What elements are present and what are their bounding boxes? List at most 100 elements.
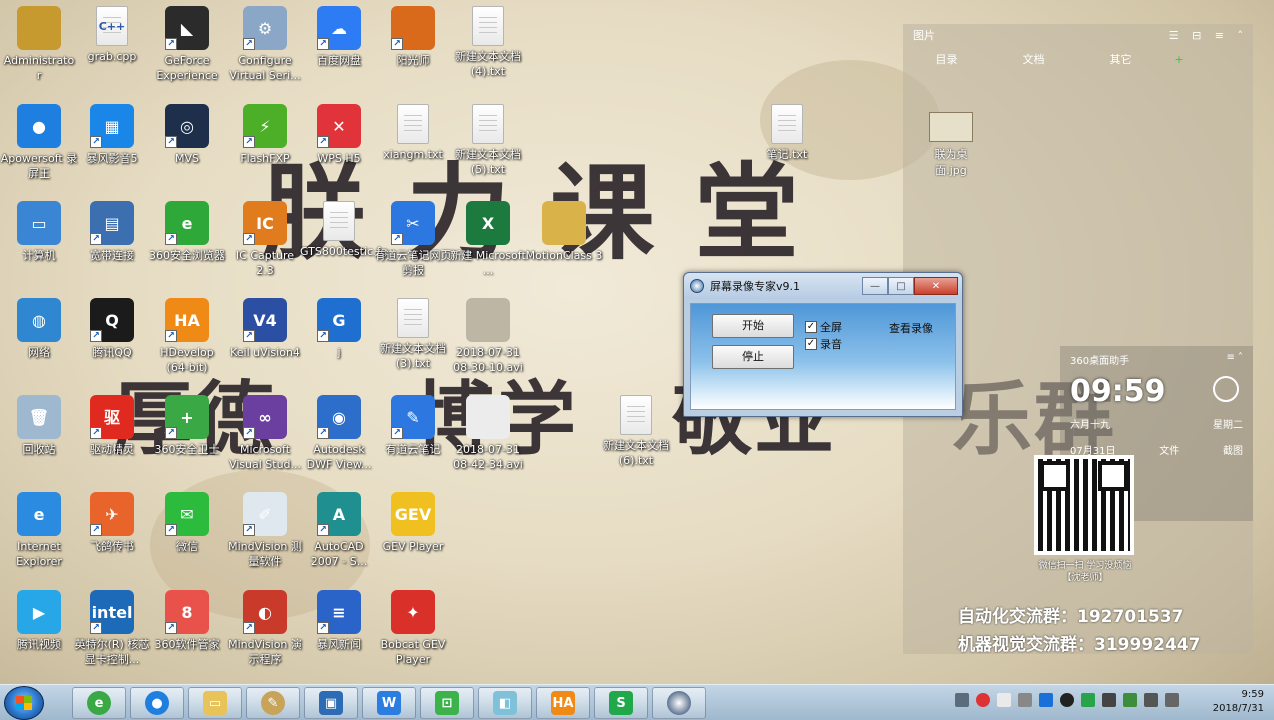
start-record-button[interactable]: 开始 [712,314,794,338]
qq-tray-icon[interactable] [1060,693,1074,707]
desktop-icon[interactable]: 驱 ↗ 驱动精灵 [73,395,151,457]
desktop-icon[interactable]: 8 ↗ 360软件管家 [148,590,226,652]
desktop-icon[interactable]: ⚡ ↗ FlashFXP [226,104,304,166]
desktop-icon[interactable]: ◎ ↗ MVS [148,104,226,166]
desktop-icon[interactable]: ◐ ↗ MindVision 演示程序 [226,590,304,667]
desktop-icon[interactable]: intel ↗ 英特尔(R) 核芯显卡控制... [73,590,151,667]
stop-record-button[interactable]: 停止 [712,345,794,369]
app-icon: IC ↗ [243,201,287,245]
lock-icon[interactable]: ⊟ [1192,29,1201,42]
desktop-icon[interactable]: 笔记.txt [748,104,826,162]
maximize-button[interactable]: □ [888,277,914,295]
app-icon: e ↗ [165,201,209,245]
list-view-icon[interactable]: ☰ [1169,29,1179,42]
taskbar-360-browser[interactable]: e [72,687,126,719]
view-recordings-link[interactable]: 查看录像 [889,320,933,336]
desktop-icon[interactable]: 2018-07-31 08-30-10.avi [449,298,527,375]
desktop-icon[interactable]: ▶ 腾讯视频 [0,590,78,652]
desktop-icon[interactable]: MotionClass 3 [525,201,603,263]
assistant-menu-icon[interactable]: ≡ ˄ [1226,352,1243,367]
chat-tray-icon[interactable] [1018,693,1032,707]
desktop-icon[interactable]: ≡ ↗ 暴风新闻 [300,590,378,652]
desktop-icon[interactable]: ◉ ↗ Autodesk DWF View... [300,395,378,472]
desktop-icon[interactable]: + ↗ 360安全卫士 [148,395,226,457]
panel-file-item[interactable]: 联为桌面.jpg [921,112,981,178]
desktop-icon[interactable]: ⚙ ↗ Configure Virtual Seri... [226,6,304,83]
minimize-button[interactable]: — [862,277,888,295]
panel-header: 图片 ☰ ⊟ ≡ ˄ [903,24,1253,46]
tab-other[interactable]: 其它 [1077,51,1164,67]
menu-icon[interactable]: ≡ [1215,29,1224,42]
desktop-icon[interactable]: ▭ 计算机 [0,201,78,263]
taskbar-hdevelop[interactable]: HA [536,687,590,719]
desktop-icon[interactable]: 新建文本文档 (3).txt [374,298,452,371]
desktop-icon[interactable]: HA ↗ HDevelop (64-bit) [148,298,226,375]
desktop-icon[interactable]: ∞ ↗ Microsoft Visual Stud... [226,395,304,472]
desktop-icon[interactable]: 2018-07-31 08-42-34.avi [449,395,527,472]
desktop-icon[interactable]: xiangm.txt [374,104,452,162]
assistant-screenshot-button[interactable]: 截图 [1223,442,1243,457]
desktop-icon[interactable]: ☁ ↗ 百度网盘 [300,6,378,68]
record-tray-icon[interactable] [976,693,990,707]
desktop-icon[interactable]: ✈ ↗ 飞鸽传书 [73,492,151,554]
battery-icon[interactable] [1123,693,1137,707]
desktop-icon[interactable]: X 新建 Microsoft ... [449,201,527,278]
taskbar-notes[interactable]: ⊡ [420,687,474,719]
pen-tray-icon[interactable] [997,693,1011,707]
collapse-icon[interactable]: ˄ [1238,29,1244,42]
add-tab-button[interactable]: + [1164,53,1194,66]
desktop-icon[interactable]: G ↗ j [300,298,378,360]
start-button[interactable] [4,686,44,720]
desktop-icon[interactable]: GTS800testic.fg [300,201,387,259]
taskbar-screen-app[interactable]: ▣ [304,687,358,719]
desktop-icon[interactable]: 新建文本文档 (4).txt [449,6,527,79]
desktop-icon[interactable]: Q ↗ 腾讯QQ [73,298,151,360]
desktop-icon[interactable]: 新建文本文档 (6).txt [597,395,675,468]
desktop-icon[interactable]: ✐ ↗ MindVision 测量软件 [226,492,304,569]
desktop-icon[interactable]: ▤ ↗ 宽带连接 [73,201,151,263]
taskbar-wps-sheets[interactable]: S [594,687,648,719]
taskbar-explorer[interactable]: ▭ [188,687,242,719]
desktop-icon[interactable]: ↗ 阳光师 [374,6,452,68]
desktop-icon[interactable]: ◣ ↗ GeForce Experience [148,6,226,83]
file-icon: ◧ [493,691,517,715]
desktop-icon[interactable]: IC ↗ IC Capture 2.3 [226,201,304,278]
network-app-icon[interactable] [1102,693,1116,707]
tab-documents[interactable]: 文档 [990,51,1077,67]
bluetooth-icon[interactable] [1039,693,1053,707]
taskbar-clock[interactable]: 9:59 2018/7/31 [1194,688,1264,716]
close-button[interactable]: ✕ [914,277,958,295]
taskbar-gts-file[interactable]: ◧ [478,687,532,719]
desktop-icon[interactable]: 新建文本文档 (5).txt [449,104,527,177]
desktop-icon[interactable]: ✉ ↗ 微信 [148,492,226,554]
signal-icon[interactable] [1144,693,1158,707]
desktop-icon[interactable]: ✎ ↗ 有道云笔记 [374,395,452,457]
desktop-icon[interactable]: ◍ 网络 [0,298,78,360]
taskbar-screen-recorder[interactable] [652,687,706,719]
taskbar-recorder[interactable]: ● [130,687,184,719]
desktop-icon[interactable]: V4 ↗ Keil uVision4 [226,298,304,360]
window-titlebar[interactable]: 屏幕录像专家v9.1 — □ ✕ [684,273,962,299]
desktop-icon[interactable]: A ↗ AutoCAD 2007 - S... [300,492,378,569]
desktop-icon[interactable]: e Internet Explorer [0,492,78,569]
taskbar-wps-writer[interactable]: W [362,687,416,719]
fullscreen-checkbox[interactable]: ✓ 全屏 [805,319,842,335]
volume-icon[interactable] [1165,693,1179,707]
desktop-icon[interactable]: ✦ Bobcat GEV Player [374,590,452,667]
icon-glyph: A [332,504,346,524]
audio-checkbox[interactable]: ✓ 录音 [805,336,842,352]
desktop-icon[interactable]: C++ grab.cpp [73,6,151,64]
desktop-icon[interactable]: GEV GEV Player [374,492,452,554]
desktop-icon[interactable]: ✕ ↗ WPS H5 [300,104,378,166]
keyboard-icon[interactable] [955,693,969,707]
desktop-icon[interactable]: Administrato r [0,6,78,83]
security-tray-icon[interactable] [1081,693,1095,707]
desktop-icon[interactable]: ▦ ↗ 暴风影音5 [73,104,151,166]
tab-directory[interactable]: 目录 [903,51,990,67]
desktop-icon[interactable]: 🗑 回收站 [0,395,78,457]
desktop-icon[interactable]: e ↗ 360安全浏览器 [148,201,226,263]
assistant-file-button[interactable]: 文件 [1159,442,1179,457]
desktop-icon[interactable]: ✂ ↗ 有道云笔记网页剪报 [374,201,452,278]
taskbar-paint[interactable]: ✎ [246,687,300,719]
desktop-icon[interactable]: ● Apowersoft 录屏王 [0,104,78,181]
